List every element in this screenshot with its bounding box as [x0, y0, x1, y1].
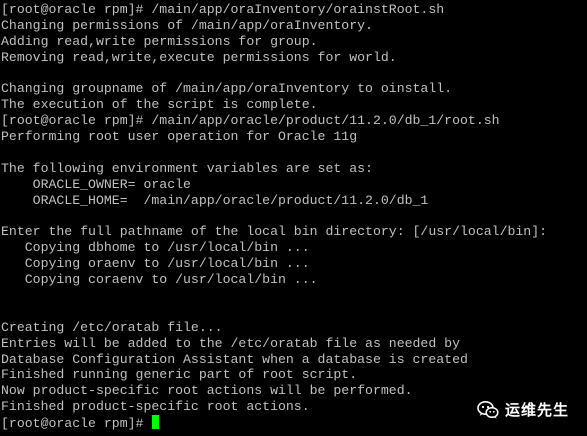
watermark-text: 运维先生 — [504, 401, 569, 419]
terminal-line: Creating /etc/oratab file... — [1, 319, 223, 335]
terminal-line: [root@oracle rpm]# /main/app/oraInventor… — [1, 2, 445, 17]
shell-prompt: [root@oracle rpm]# — [1, 416, 152, 432]
terminal-line: Changing groupname of /main/app/oraInven… — [1, 81, 453, 97]
terminal-line: Copying oraenv to /usr/local/bin ... — [1, 256, 310, 272]
terminal-line: ORACLE_HOME= /main/app/oracle/product/11… — [1, 192, 429, 208]
terminal-window[interactable]: [root@oracle rpm]# /main/app/oraInventor… — [0, 0, 587, 436]
terminal-line: The execution of the script is complete. — [1, 97, 318, 113]
terminal-line: Enter the full pathname of the local bin… — [1, 224, 548, 240]
terminal-line: Changing permissions of /main/app/oraInv… — [1, 17, 373, 33]
watermark: 运维先生 — [477, 399, 569, 420]
wechat-icon — [477, 400, 499, 419]
terminal-line: Performing root user operation for Oracl… — [1, 129, 358, 145]
terminal-line: ORACLE_OWNER= oracle — [1, 176, 191, 192]
terminal-line: Copying dbhome to /usr/local/bin ... — [1, 240, 310, 256]
terminal-line: Removing read,write,execute permissions … — [1, 49, 397, 65]
terminal-line: The following environment variables are … — [1, 160, 373, 176]
terminal-line: Copying coraenv to /usr/local/bin ... — [1, 272, 318, 288]
terminal-line: Entries will be added to the /etc/oratab… — [1, 335, 460, 351]
terminal-line: Finished running generic part of root sc… — [1, 367, 358, 383]
terminal-line: Database Configuration Assistant when a … — [1, 351, 468, 367]
terminal-line: Adding read,write permissions for group. — [1, 33, 318, 49]
terminal-line: [root@oracle rpm]# /main/app/oracle/prod… — [1, 113, 500, 129]
text-cursor[interactable] — [152, 415, 160, 430]
terminal-line: Now product-specific root actions will b… — [1, 383, 413, 399]
